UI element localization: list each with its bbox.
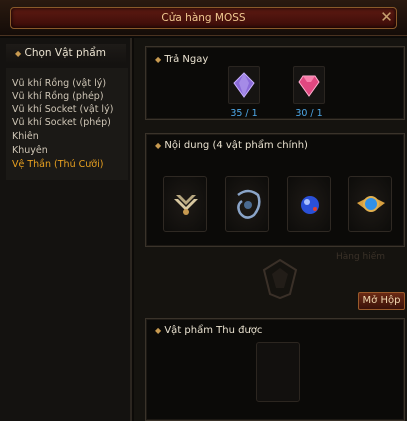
price-slot[interactable] (228, 66, 260, 104)
winged-emblem-icon (174, 195, 198, 215)
price-label: 30 / 1 (295, 108, 323, 119)
background-deco-text: Hàng hiếm (336, 252, 386, 262)
blue-orb-icon (301, 196, 319, 214)
content-item-slot[interactable] (225, 176, 269, 232)
bullet-icon: ◆ (155, 55, 162, 64)
price-label: 35 / 1 (230, 108, 258, 119)
reward-slot (256, 342, 300, 402)
buy-now-title: ◆ Trả Ngay (155, 54, 208, 65)
contents-title: ◆ Nội dung (4 vật phẩm chính) (155, 140, 308, 151)
category-item[interactable]: Khiên (12, 131, 39, 142)
category-item[interactable]: Khuyên (12, 145, 48, 156)
category-item[interactable]: Vũ khí Rồng (vật lý) (12, 78, 106, 89)
dark-mark-icon (237, 189, 261, 219)
purple-gem-icon (233, 72, 255, 98)
reward-title: ◆ Vật phẩm Thu được (155, 325, 262, 336)
category-item-selected[interactable]: Vệ Thần (Thú Cưỡi) (12, 159, 103, 170)
content-item-slot[interactable] (348, 176, 392, 232)
close-icon: ✕ (380, 8, 393, 26)
decorative-crest-icon (262, 258, 298, 300)
reward-label: Vật phẩm Thu được (164, 325, 263, 336)
category-item[interactable]: Vũ khí Socket (phép) (12, 117, 111, 128)
category-item[interactable]: Vũ khí Rồng (phép) (12, 91, 104, 102)
bullet-icon: ◆ (15, 49, 22, 58)
close-button[interactable]: ✕ (378, 9, 395, 26)
buy-now-label: Trả Ngay (164, 54, 209, 65)
contents-label: Nội dung (4 vật phẩm chính) (164, 140, 308, 151)
category-item[interactable]: Vũ khí Socket (vật lý) (12, 104, 113, 115)
content-item-slot[interactable] (163, 176, 207, 232)
bullet-icon: ◆ (155, 141, 162, 150)
price-slot[interactable] (293, 66, 325, 104)
category-header-label: Chọn Vật phẩm (24, 47, 106, 59)
category-header: ◆ Chọn Vật phẩm (15, 47, 106, 59)
content-item-slot[interactable] (287, 176, 331, 232)
window-title: Cửa hàng MOSS (161, 12, 246, 24)
bullet-icon: ◆ (155, 326, 162, 335)
pink-gem-icon (298, 75, 320, 97)
category-list: Vũ khí Rồng (vật lý) Vũ khí Rồng (phép) … (6, 68, 128, 180)
winged-blue-jewel-icon (357, 196, 385, 212)
open-box-button[interactable]: Mở Hộp (358, 292, 405, 310)
